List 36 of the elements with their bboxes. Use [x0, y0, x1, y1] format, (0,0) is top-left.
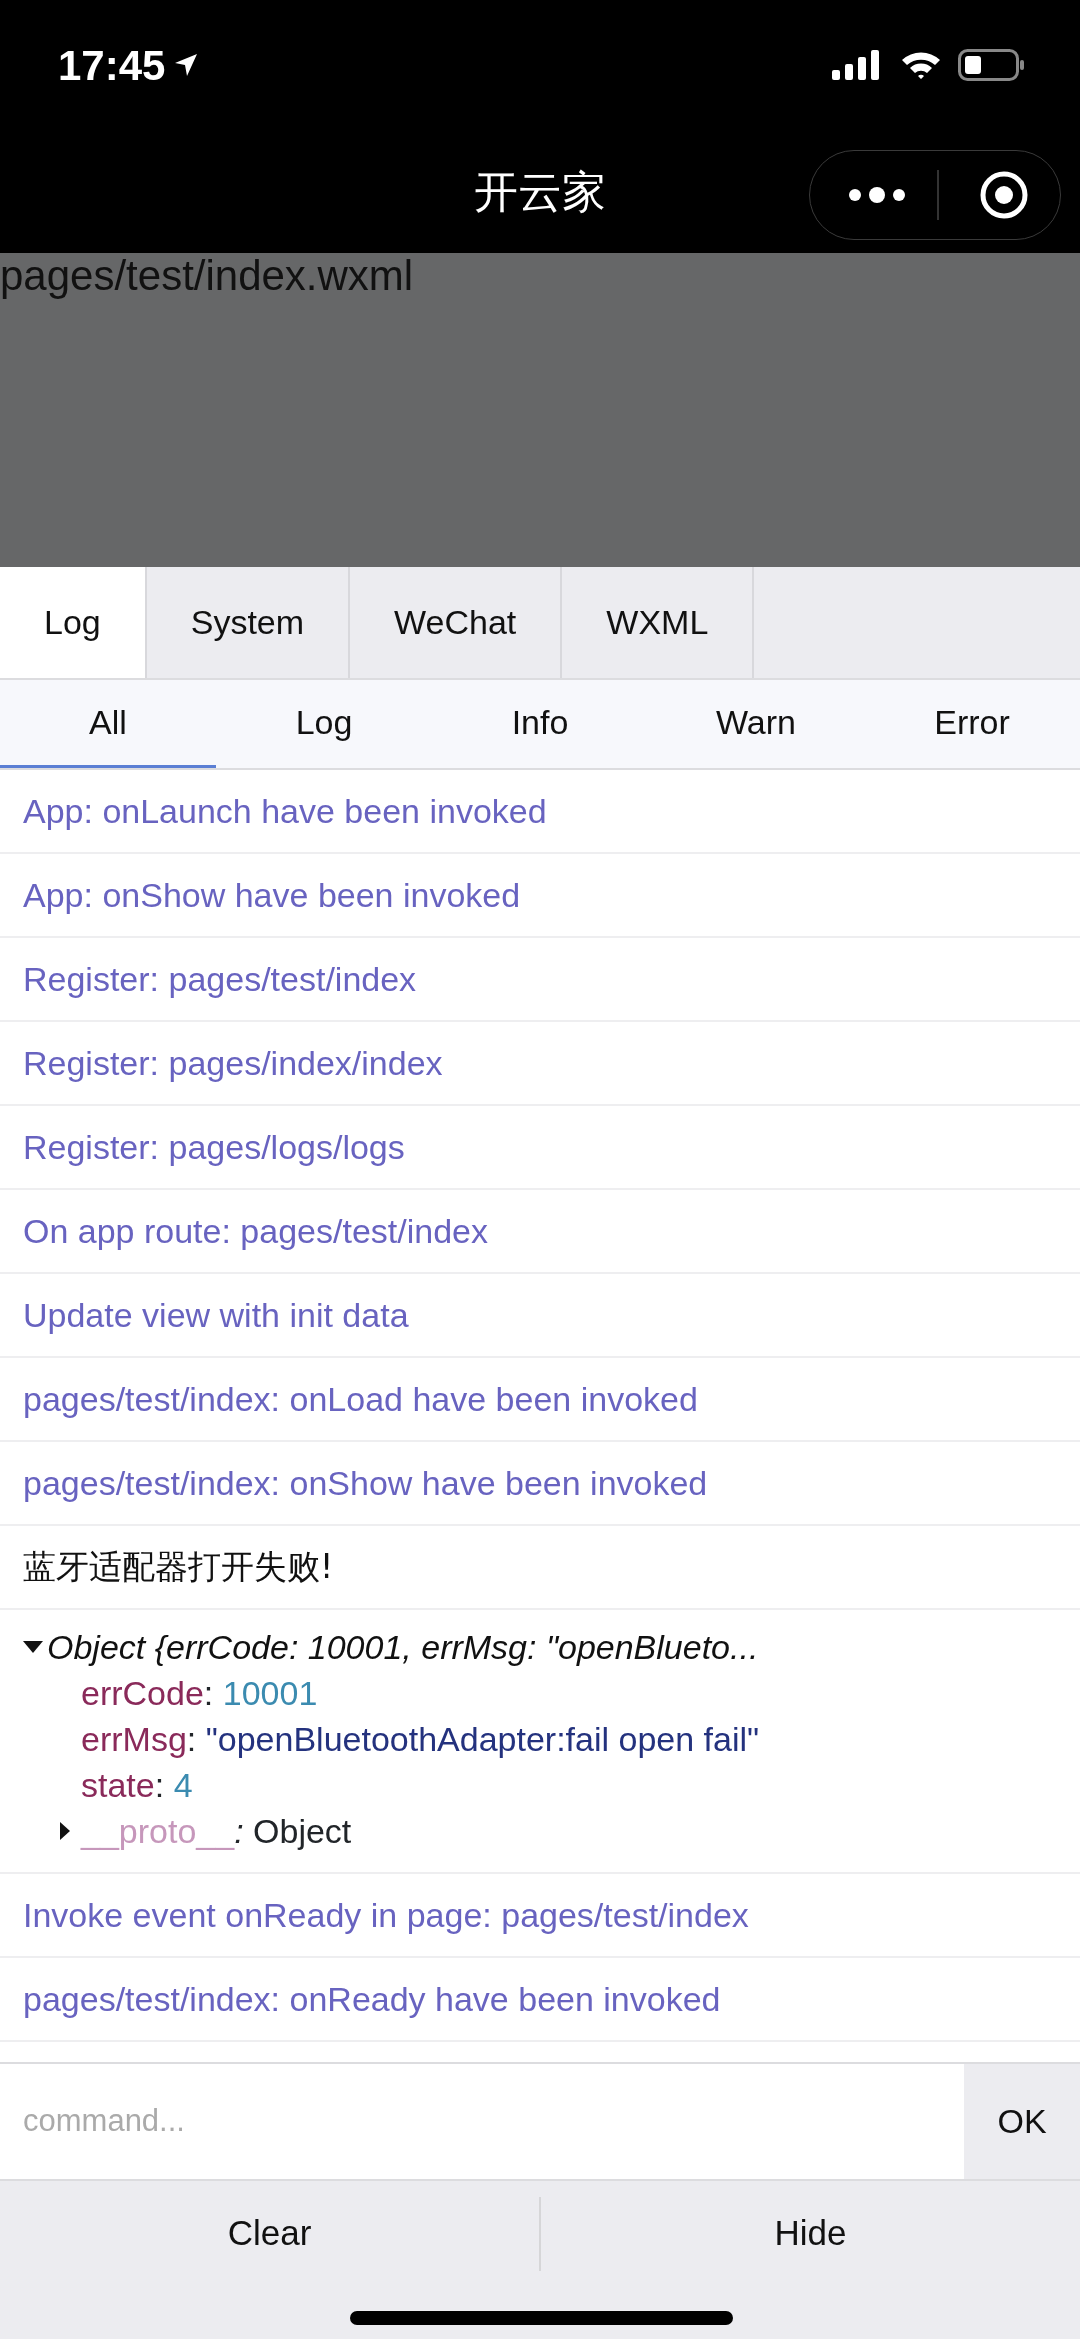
object-property: errMsg: "openBluetoothAdapter:fail open fail": [81, 1720, 760, 1758]
log-message: Invoke event onReady in page: pages/test/index: [23, 1894, 749, 1936]
log-message: 蓝牙适配器打开失败!: [23, 1546, 334, 1589]
log-message: On app route: pages/test/index: [23, 1210, 488, 1252]
battery-icon: [958, 49, 1024, 81]
filter-tab[interactable]: Log: [216, 680, 432, 768]
log-message: pages/test/index: onReady have been invoked: [23, 1978, 721, 2020]
caret-icon[interactable]: [23, 1641, 43, 1653]
log-message: Register: pages/test/index: [23, 958, 417, 1000]
object-property: state: 4: [81, 1766, 193, 1804]
log-message: Register: pages/index/index: [23, 1042, 443, 1084]
ok-button[interactable]: OK: [964, 2064, 1080, 2179]
object-property: __proto__: Object: [81, 1811, 352, 1852]
nav-title: 开云家: [474, 164, 606, 219]
page-path: pages/test/index.wxml: [0, 253, 414, 300]
log-message: Register: pages/logs/logs: [23, 1126, 405, 1168]
close-icon[interactable]: [979, 170, 1029, 220]
footer-button[interactable]: Hide: [541, 2181, 1080, 2286]
filter-tab[interactable]: Warn: [648, 680, 864, 768]
location-icon: [173, 52, 200, 78]
filter-tab[interactable]: Info: [432, 680, 648, 768]
filter-tab[interactable]: Error: [864, 680, 1080, 768]
object-summary: Object {errCode: 10001, errMsg: "openBlueto...: [47, 1627, 759, 1668]
wifi-icon: [900, 50, 942, 80]
more-icon[interactable]: [849, 187, 905, 203]
object-property: errCode: 10001: [81, 1674, 318, 1712]
tab[interactable]: Log: [0, 567, 147, 678]
footer-button[interactable]: Clear: [0, 2181, 539, 2286]
log-message: App: onShow have been invoked: [23, 874, 521, 916]
log-message: Update view with init data: [23, 1294, 409, 1336]
status-time: 17:45: [58, 40, 166, 91]
log-message: pages/test/index: onLoad have been invoked: [23, 1378, 698, 1420]
log-message: pages/test/index: onShow have been invoked: [23, 1462, 708, 1504]
log-message: App: onLaunch have been invoked: [23, 790, 547, 832]
filter-tab[interactable]: All: [0, 680, 216, 768]
caret-icon[interactable]: [60, 1822, 70, 1840]
